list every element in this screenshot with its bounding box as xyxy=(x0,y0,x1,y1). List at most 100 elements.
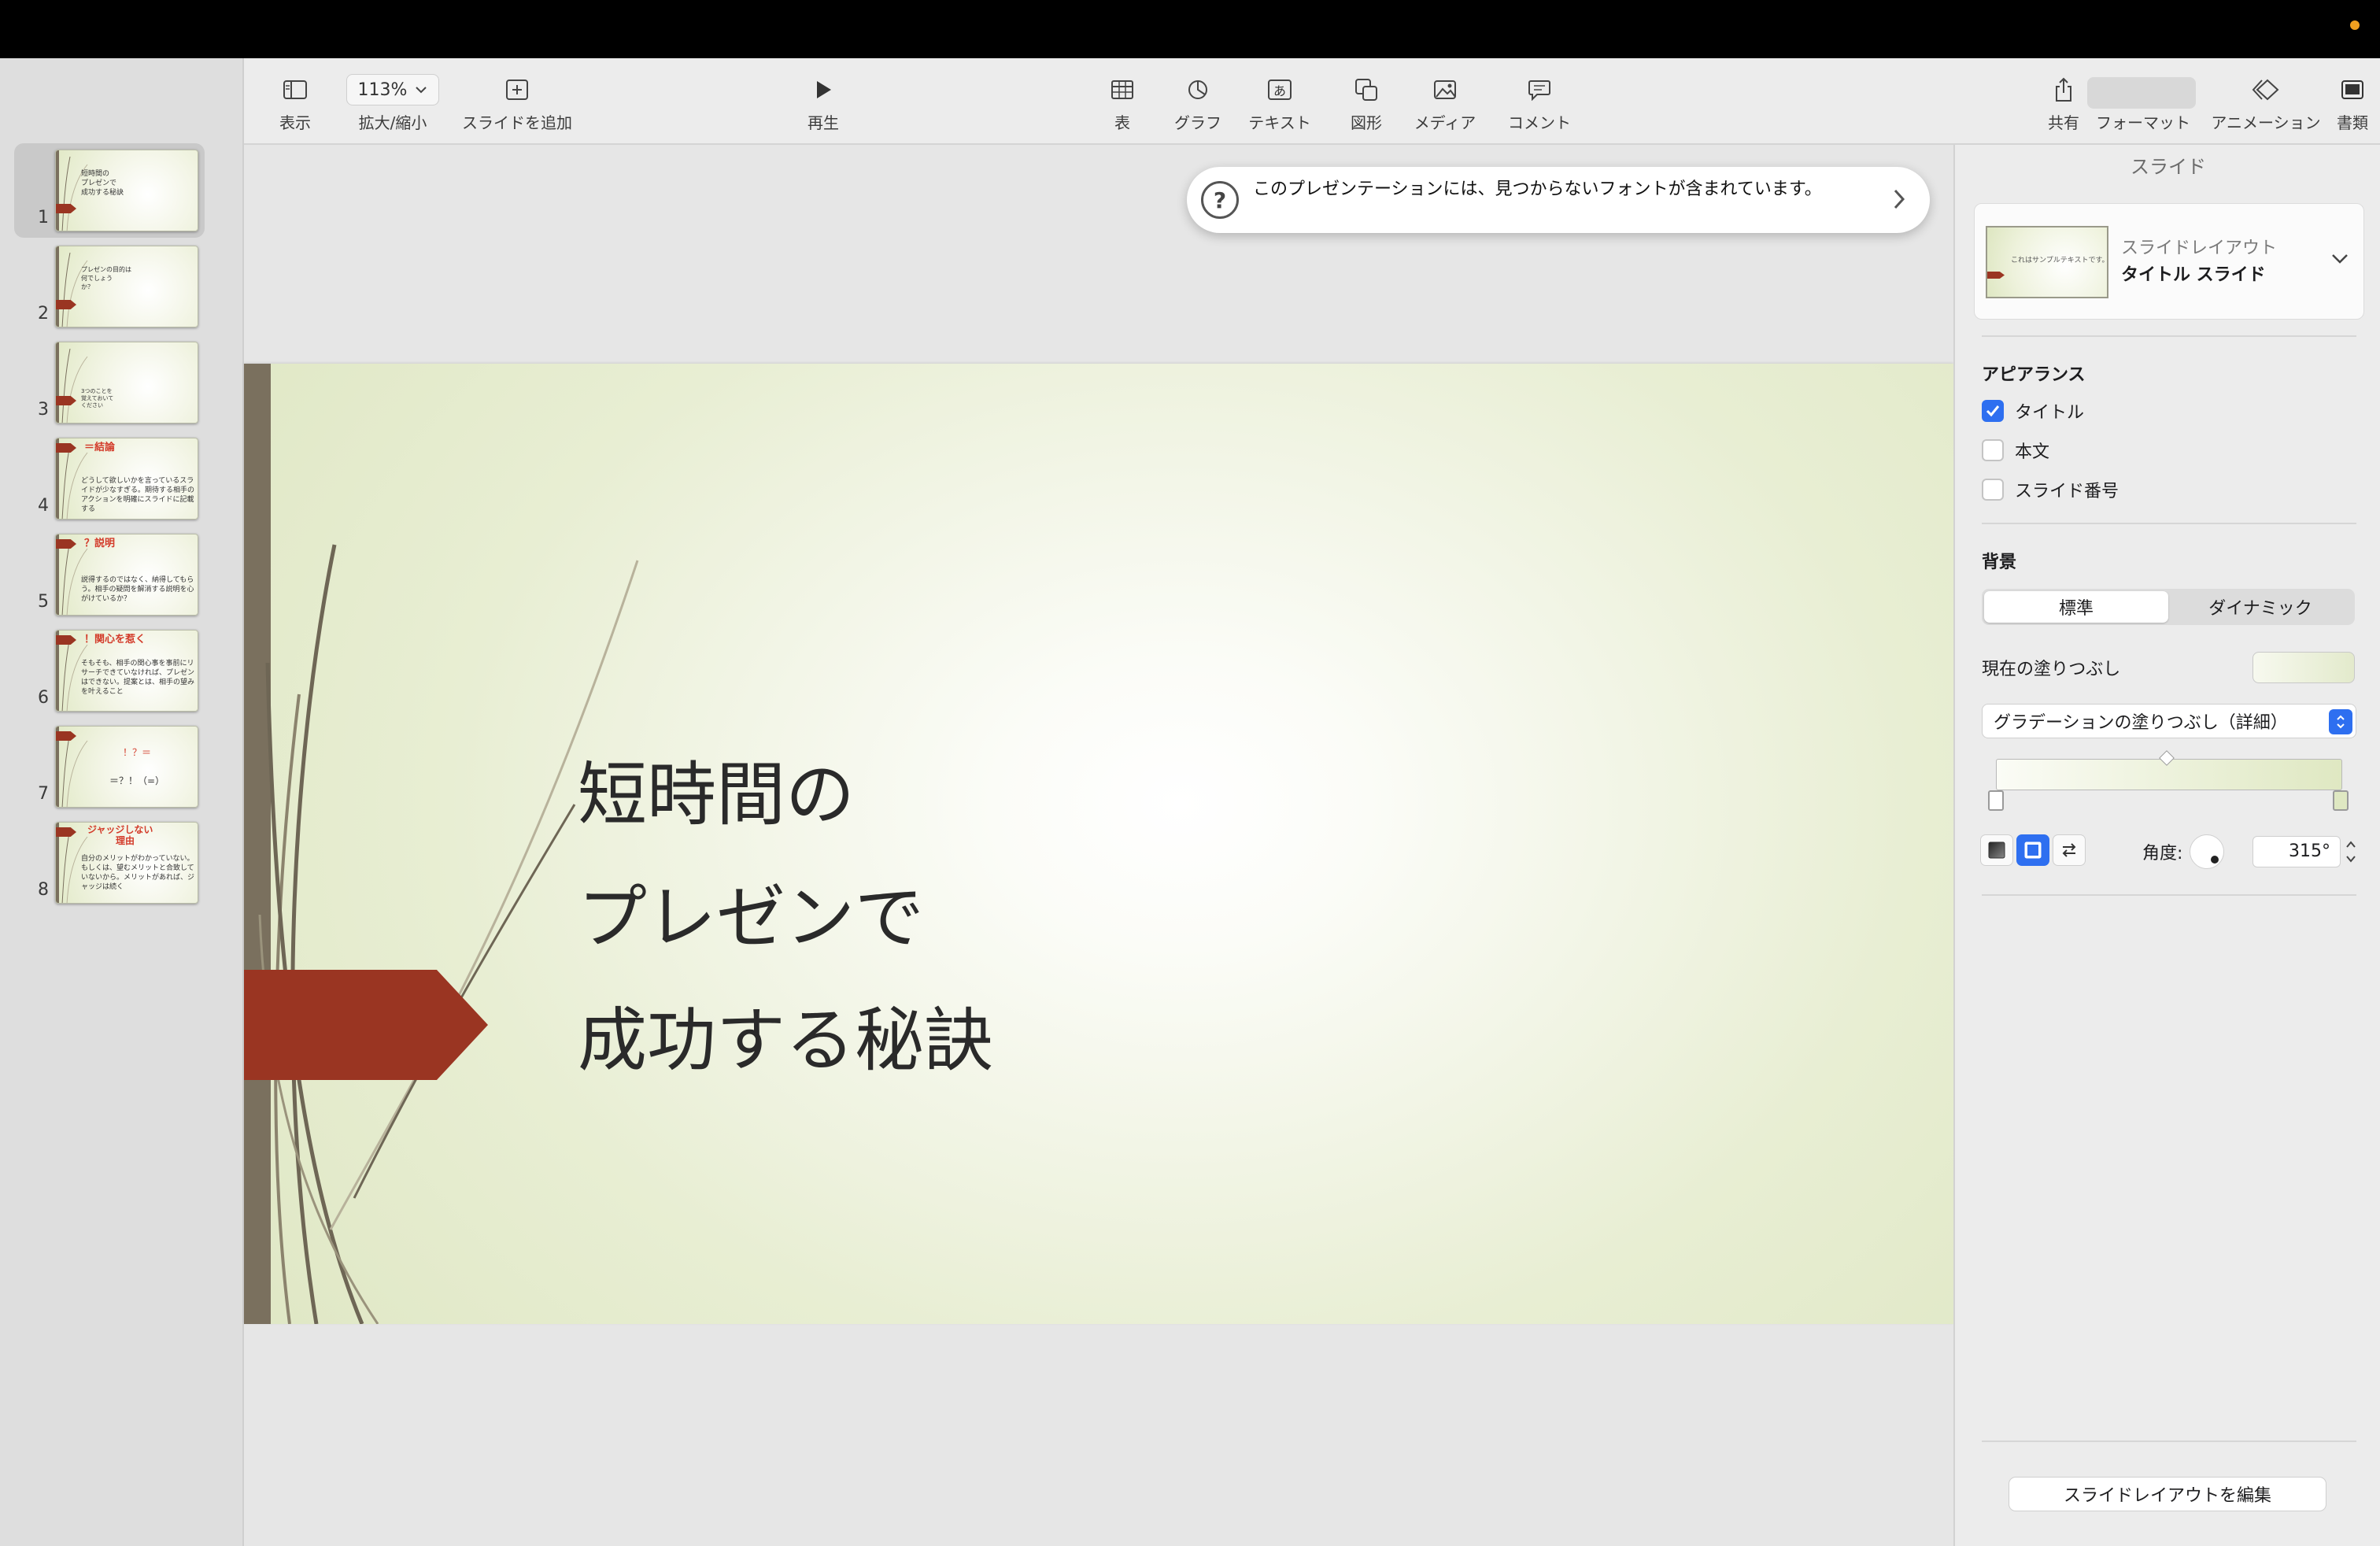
appearance-body-row[interactable]: 本文 xyxy=(1982,438,2049,463)
current-fill-swatch[interactable] xyxy=(2252,652,2355,683)
toolbar: 表示 113% 拡大/縮小 スライドを追加 再生 表 グラフ あ テキスト 図形… xyxy=(244,58,2380,145)
comment-button[interactable]: コメント xyxy=(1492,72,1587,139)
slide-title[interactable]: 短時間の プレゼンで 成功する秘訣 xyxy=(578,734,1365,1102)
play-icon xyxy=(817,81,831,98)
angle-stepper-icon[interactable] xyxy=(2344,834,2358,869)
slide-number-checkbox[interactable] xyxy=(1982,479,2004,501)
reverse-gradient-button[interactable] xyxy=(2053,834,2086,866)
add-slide-icon xyxy=(506,80,528,100)
thumbnail-image[interactable]: 3つのことを 覚えておいて ください xyxy=(55,342,198,423)
document-button[interactable]: 書類 xyxy=(2333,72,2372,139)
table-button[interactable]: 表 xyxy=(1099,72,1146,139)
thumb-decor-curves xyxy=(61,733,88,807)
slide-number: 8 xyxy=(38,880,49,900)
chart-button[interactable]: グラフ xyxy=(1166,72,1229,139)
slide-thumbnail-5[interactable]: 5 ？説明 説得するのではなく、納得してもらう。相手の疑問を解消する説明を心がけ… xyxy=(0,534,244,628)
slide-number: 6 xyxy=(38,688,49,708)
zoom-label: 拡大/縮小 xyxy=(358,113,427,132)
bg-tab-dynamic[interactable]: ダイナミック xyxy=(2168,591,2352,623)
slide-number: 2 xyxy=(38,304,49,324)
slide-number: 1 xyxy=(38,208,49,227)
slide-number-checkbox-label: スライド番号 xyxy=(2015,482,2119,501)
share-icon xyxy=(2056,77,2071,102)
notice-message: このプレゼンテーションには、見つからないフォントが含まれています。 xyxy=(1253,179,1822,199)
thumbnail-image[interactable]: ？説明 説得するのではなく、納得してもらう。相手の疑問を解消する説明を心がけてい… xyxy=(55,534,198,616)
thumbnail-image[interactable]: ！関心を惹く そもそも、相手の関心事を事前にリサーチできていなければ、プレゼンは… xyxy=(55,630,198,712)
shape-icon xyxy=(1355,79,1377,101)
appearance-slide-number-row[interactable]: スライド番号 xyxy=(1982,477,2119,502)
thumb-line-2: ＝？！（=） xyxy=(109,775,165,786)
title-line-1: 短時間の xyxy=(578,754,856,835)
inspector-header: スライド xyxy=(2131,156,2206,178)
slide-thumbnail-4[interactable]: 4 ＝結論 どうして欲しいかを言っているスライドが少なすぎる。期待する相手のアク… xyxy=(0,438,244,532)
background-mode-segmented[interactable]: 標準 ダイナミック xyxy=(1982,589,2355,625)
shape-button[interactable]: 図形 xyxy=(1336,72,1396,139)
slide-thumbnail-8[interactable]: 8 ジャッジしない 理由 自分のメリットがわかっていない。もしくは、望むメリット… xyxy=(0,822,244,916)
share-button[interactable]: 共有 xyxy=(2040,72,2087,139)
layout-caption: スライドレイアウト xyxy=(2121,239,2278,258)
thumbnail-image[interactable]: ＝結論 どうして欲しいかを言っているスライドが少なすぎる。期待する相手のアクショ… xyxy=(55,438,198,520)
thumbnail-image[interactable]: 短時間の プレゼンで 成功する秘訣 xyxy=(55,150,198,231)
current-fill-label: 現在の塗りつぶし xyxy=(1982,660,2121,679)
missing-font-notice[interactable]: ? このプレゼンテーションには、見つからないフォントが含まれています。 xyxy=(1187,167,1930,233)
checkmark-icon xyxy=(1986,405,2000,417)
add-slide-button[interactable]: スライドを追加 xyxy=(442,72,592,139)
edit-slide-layout-button[interactable]: スライドレイアウトを編集 xyxy=(2009,1477,2326,1511)
zoom-dropdown[interactable]: 113% xyxy=(346,74,439,105)
thumb-text: 説得するのではなく、納得してもらう。相手の疑問を解消する説明を心がけているか？ xyxy=(81,576,194,603)
gradient-slider[interactable] xyxy=(1996,759,2342,790)
thumb-decor-curves xyxy=(61,349,88,423)
comment-label: コメント xyxy=(1508,113,1571,132)
thumb-title: ？説明 xyxy=(84,538,116,549)
slide-thumbnail-1[interactable]: 1 短時間の プレゼンで 成功する秘訣 xyxy=(0,143,244,244)
linear-gradient-button[interactable] xyxy=(1980,834,2013,866)
table-label: 表 xyxy=(1114,113,1130,132)
slide-navigator[interactable]: 1 短時間の プレゼンで 成功する秘訣 2 プレゼンの目的は 何でしょう か？ … xyxy=(0,58,244,1546)
chart-icon xyxy=(1188,80,1207,99)
slide-thumbnail-6[interactable]: 6 ！関心を惹く そもそも、相手の関心事を事前にリサーチできていなければ、プレゼ… xyxy=(0,630,244,724)
add-slide-label: スライドを追加 xyxy=(462,113,572,132)
thumb-line-1: ！？＝ xyxy=(122,747,151,758)
preview-flag xyxy=(1987,272,2005,279)
body-checkbox[interactable] xyxy=(1982,439,2004,461)
chevron-right-icon[interactable] xyxy=(1892,187,1906,211)
media-label: メディア xyxy=(1414,113,1476,132)
appearance-heading: アピアランス xyxy=(1982,365,2086,385)
fill-type-dropdown[interactable]: グラデーションの塗りつぶし（詳細） xyxy=(1982,704,2356,738)
slide-thumbnail-2[interactable]: 2 プレゼンの目的は 何でしょう か？ xyxy=(0,246,244,340)
bg-tab-standard[interactable]: 標準 xyxy=(1984,591,2168,623)
thumbnail-image[interactable]: プレゼンの目的は 何でしょう か？ xyxy=(55,246,198,327)
slide-thumbnail-3[interactable]: 3 3つのことを 覚えておいて ください xyxy=(0,342,244,436)
radial-gradient-button[interactable] xyxy=(2016,834,2049,866)
angle-label: 角度: xyxy=(2142,844,2183,864)
angle-input[interactable]: 315° xyxy=(2252,836,2341,867)
play-button[interactable]: 再生 xyxy=(795,72,852,139)
thumbnail-image[interactable]: ジャッジしない 理由 自分のメリットがわかっていない。もしくは、望むメリットと合… xyxy=(55,822,198,904)
current-slide[interactable]: 短時間の プレゼンで 成功する秘訣 xyxy=(244,364,1953,1324)
zoom-control[interactable]: 113% 拡大/縮小 xyxy=(334,72,452,139)
title-checkbox[interactable] xyxy=(1982,400,2004,422)
divider xyxy=(1982,1441,2356,1442)
thumbnail-image[interactable]: ！？＝ ＝？！（=） xyxy=(55,726,198,808)
swap-arrows-icon xyxy=(2062,843,2076,857)
preview-text: これはサンプルテキストです。 xyxy=(2011,257,2108,264)
gradient-start-stop[interactable] xyxy=(1988,790,2004,811)
angle-dial[interactable] xyxy=(2190,834,2224,869)
thumb-text: 3つのことを 覚えておいて ください xyxy=(81,388,114,409)
thumb-text: 自分のメリットがわかっていない。もしくは、望むメリットと合致していないから。メリ… xyxy=(81,855,194,891)
slide-thumbnail-7[interactable]: 7 ！？＝ ＝？！（=） xyxy=(0,726,244,820)
slide-layout-selector[interactable]: これはサンプルテキストです。 スライドレイアウト タイトル スライド xyxy=(1974,203,2364,320)
appearance-title-row[interactable]: タイトル xyxy=(1982,398,2084,423)
gradient-end-stop[interactable] xyxy=(2333,790,2349,811)
format-label: フォーマット xyxy=(2096,113,2190,132)
animate-button[interactable]: アニメーション xyxy=(2207,72,2325,139)
text-button[interactable]: あ テキスト xyxy=(1240,72,1319,139)
view-label: 表示 xyxy=(279,113,311,132)
chevron-down-icon[interactable] xyxy=(2330,253,2349,265)
table-icon xyxy=(1111,80,1133,99)
media-button[interactable]: メディア xyxy=(1404,72,1486,139)
menu-bar xyxy=(0,0,2380,58)
view-button[interactable]: 表示 xyxy=(260,72,331,139)
question-icon: ? xyxy=(1201,181,1239,219)
thumb-text: そもそも、相手の関心事を事前にリサーチできていなければ、プレゼンはできない。提案… xyxy=(81,660,194,696)
